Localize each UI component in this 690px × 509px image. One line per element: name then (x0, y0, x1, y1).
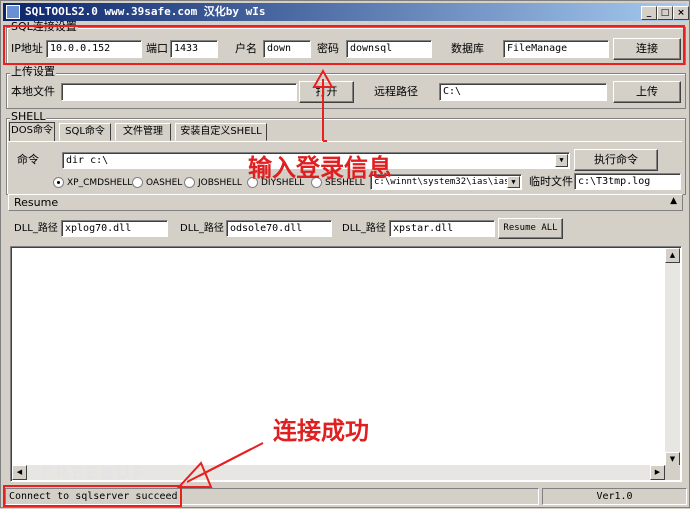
status-highlight-box (3, 485, 182, 507)
close-button[interactable]: × (673, 6, 689, 20)
vertical-scrollbar[interactable]: ▲ ▼ (665, 248, 680, 467)
tab-sql[interactable]: SQL命令 (59, 123, 111, 141)
resume-title: Resume (14, 196, 59, 209)
app-icon (6, 5, 20, 19)
remote-path-input[interactable]: C:\ (439, 83, 607, 101)
output-textarea[interactable]: ▲ ▼ ◀ ▶ FREEBUF (10, 246, 682, 484)
login-highlight-box (3, 25, 685, 65)
radio-oashel-label: OASHEL (146, 178, 183, 188)
local-file-input[interactable] (61, 83, 297, 101)
window-title: SQLTOOLS2.0 www.39safe.com 汉化by wIs (25, 5, 266, 18)
system-path-select[interactable]: c:\winnt\system32\ias\ias ▼ (370, 174, 522, 190)
temp-file-label: 临时文件 (529, 175, 573, 188)
tab-divider (8, 141, 682, 142)
open-button[interactable]: 打开 (299, 81, 354, 103)
dll-path-label-3: DLL_路径 (342, 223, 386, 234)
maximize-button[interactable]: □ (657, 6, 673, 20)
remote-path-label: 远程路径 (374, 85, 418, 98)
command-label: 命令 (17, 153, 39, 166)
dll-path-input-1[interactable]: xplog70.dll (61, 220, 168, 237)
command-value: dir c:\ (66, 155, 109, 166)
radio-jobshell[interactable] (184, 177, 195, 188)
tab-file-manager[interactable]: 文件管理 (115, 123, 171, 141)
dll-path-label-1: DLL_路径 (14, 223, 58, 234)
resume-all-button[interactable]: Resume ALL (498, 218, 563, 239)
watermark: FREEBUF (41, 463, 147, 484)
radio-xp-cmdshell[interactable] (53, 177, 64, 188)
login-annotation: 输入登录信息 (248, 154, 392, 182)
radio-xp-cmdshell-label: XP_CMDSHELL (67, 178, 133, 188)
dll-path-input-2[interactable]: odsole70.dll (226, 220, 332, 237)
tab-dos[interactable]: DOS命令 (9, 122, 55, 141)
radio-jobshell-label: JOBSHELL (198, 178, 242, 188)
tab-custom-shell[interactable]: 安装自定义SHELL (175, 123, 267, 141)
chevron-down-icon[interactable]: ▼ (507, 176, 520, 188)
chevron-down-icon[interactable]: ▼ (555, 154, 568, 167)
resume-header[interactable]: Resume ▲ (8, 194, 683, 211)
collapse-icon[interactable]: ▲ (670, 196, 677, 206)
system-path-value: c:\winnt\system32\ias\ias (374, 177, 510, 187)
scroll-up-icon[interactable]: ▲ (665, 248, 680, 263)
app-window: SQLTOOLS2.0 www.39safe.com 汉化by wIs _ □ … (0, 0, 690, 508)
status-version: Ver1.0 (542, 488, 687, 505)
execute-command-button[interactable]: 执行命令 (574, 149, 658, 171)
dll-path-label-2: DLL_路径 (180, 223, 224, 234)
scroll-corner (665, 465, 680, 480)
title-bar[interactable]: SQLTOOLS2.0 www.39safe.com 汉化by wIs _ □ … (3, 3, 689, 21)
local-file-label: 本地文件 (11, 85, 55, 98)
radio-oashel[interactable] (132, 177, 143, 188)
scroll-right-icon[interactable]: ▶ (650, 465, 665, 480)
temp-file-input[interactable]: c:\T3tmp.log (574, 173, 681, 190)
success-annotation: 连接成功 (273, 417, 369, 445)
upload-button[interactable]: 上传 (613, 81, 681, 103)
minimize-button[interactable]: _ (641, 6, 657, 20)
upload-group-title: 上传设置 (10, 65, 56, 78)
scroll-left-icon[interactable]: ◀ (12, 465, 27, 480)
dll-path-input-3[interactable]: xpstar.dll (389, 220, 495, 237)
